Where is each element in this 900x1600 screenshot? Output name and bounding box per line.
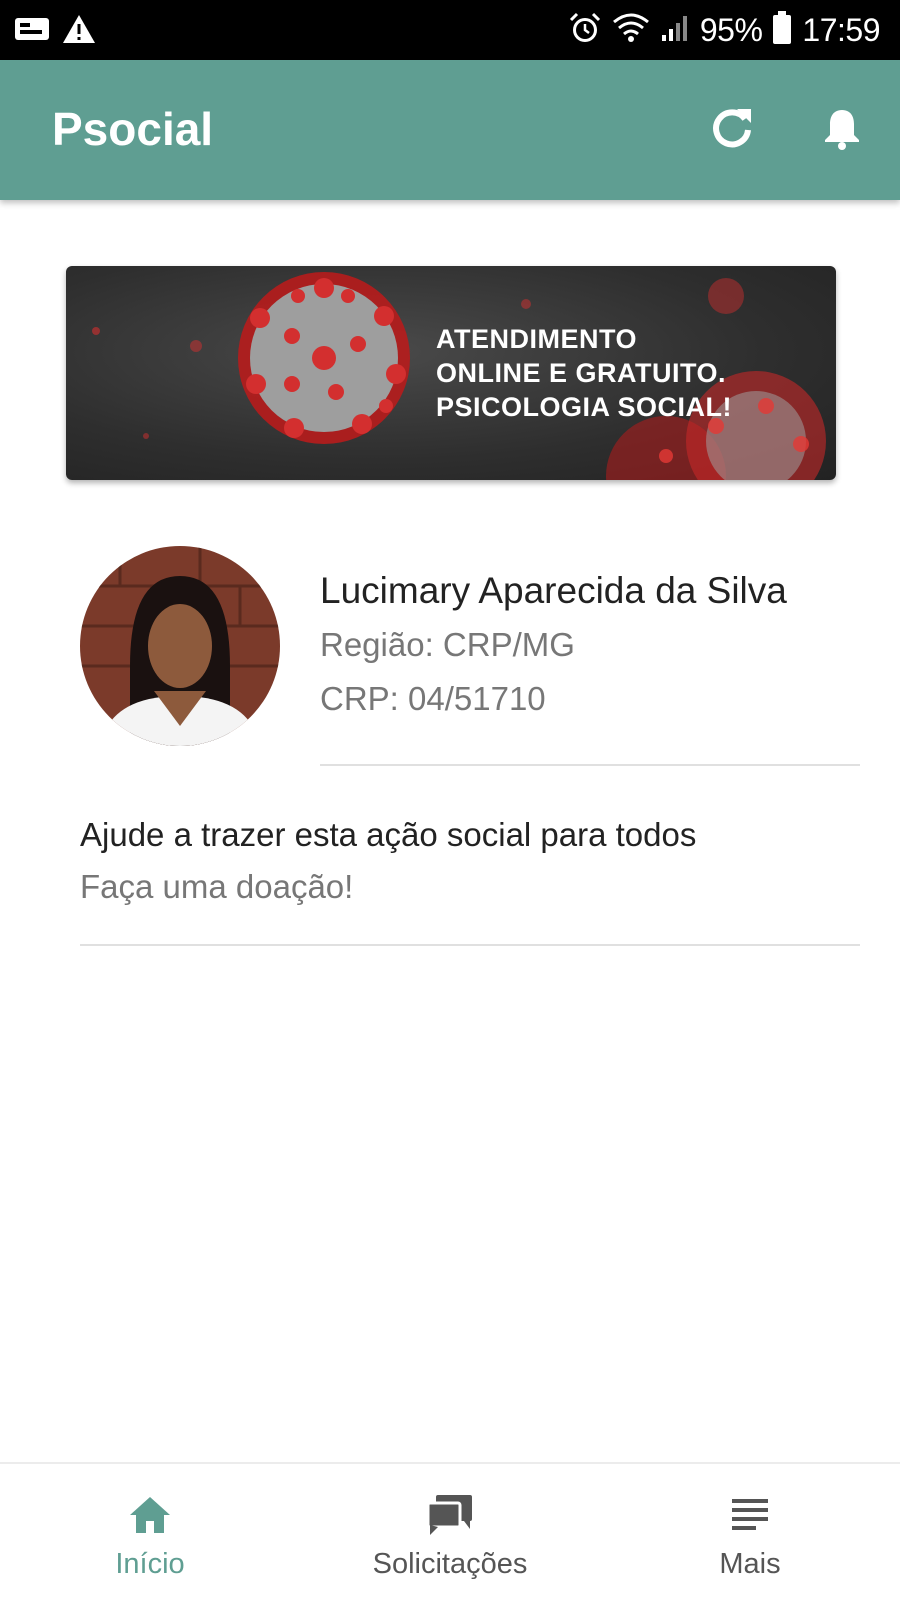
nav-item-inicio[interactable]: Início [90,1464,210,1600]
nav-label-inicio: Início [115,1548,185,1580]
app-bar: Psocial [0,60,900,200]
nav-item-solicitacoes[interactable]: Solicitações [350,1464,550,1600]
banner-text: ATENDIMENTO ONLINE E GRATUITO. PSICOLOGI… [436,322,816,424]
bell-icon [822,106,862,155]
status-bar: 95% 17:59 [0,0,900,60]
profile-name: Lucimary Aparecida da Silva [320,570,787,611]
promo-banner[interactable]: ATENDIMENTO ONLINE E GRATUITO. PSICOLOGI… [66,266,836,480]
status-left-icons [14,14,96,49]
nav-item-mais[interactable]: Mais [690,1464,810,1600]
donation-subtitle: Faça uma doação! [80,868,354,905]
alarm-icon [568,11,602,50]
banner-line-2: ONLINE E GRATUITO. [436,358,727,388]
app-title: Psocial [52,103,214,155]
menu-lines-icon [725,1490,775,1540]
chat-icon [425,1490,475,1540]
battery-percent: 95% [699,11,763,48]
signal-icon [660,13,690,48]
refresh-icon [709,105,755,156]
warning-icon [62,14,96,49]
battery-icon [772,10,792,50]
sim-card-icon [14,14,50,49]
nav-label-mais: Mais [719,1548,781,1580]
profile-divider [320,764,860,766]
home-icon [125,1490,175,1540]
banner-line-1: ATENDIMENTO [436,324,637,354]
nav-label-solicitacoes: Solicitações [372,1548,528,1580]
donation-divider [80,944,860,946]
donation-item[interactable]: Ajude a trazer esta ação social para tod… [80,808,860,918]
banner-line-3: PSICOLOGIA SOCIAL! [436,392,733,422]
bottom-navigation: Início Solicitações Mais [0,1462,900,1600]
refresh-button[interactable] [702,100,762,160]
wifi-icon [612,12,650,49]
clock: 17:59 [802,11,880,48]
notifications-button[interactable] [812,100,872,160]
avatar [80,546,280,746]
donation-title: Ajude a trazer esta ação social para tod… [80,816,697,853]
status-right-icons: 95% 17:59 [568,8,880,52]
profile-crp: CRP: 04/51710 [320,680,546,717]
profile-region: Região: CRP/MG [320,626,575,663]
